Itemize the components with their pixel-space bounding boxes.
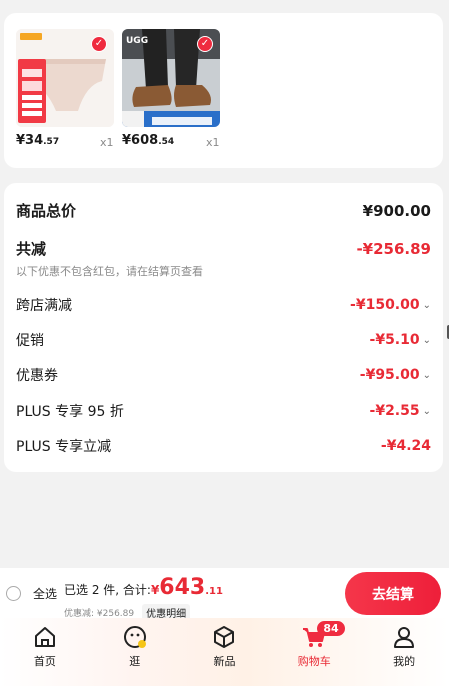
tab-browse[interactable]: 逛 [90,618,180,686]
chevron-down-icon[interactable]: ⌄ [423,406,431,417]
total-reduction-row: 共减 -¥256.89 [16,238,431,259]
total-amount-decimal: .11 [205,586,223,597]
discount-value: -¥95.00 [359,367,420,383]
discount-value: -¥2.55 [369,403,420,419]
product-price: ¥608.54 [122,133,175,148]
discount-label: 优惠券 [16,368,58,384]
discount-label: 促销 [16,333,44,349]
new-products-icon [214,626,235,648]
product-quantity: x1 [100,136,114,149]
reduction-hint: 以下优惠不包含红包，请在结算页查看 [16,265,203,278]
total-reduction-label: 共减 [16,240,47,258]
discount-row-promotion[interactable]: 促销 -¥5.10 ⌄ [16,330,431,350]
tab-cart[interactable]: 84 购物车 [269,618,359,686]
tab-label: 逛 [129,655,141,668]
profile-icon [394,627,415,648]
discount-label: 跨店满减 [16,298,72,314]
product-selected-check-icon[interactable]: ✓ [91,36,107,52]
chevron-down-icon[interactable]: ⌄ [423,300,431,311]
discount-label: PLUS 专享 95 折 [16,404,124,420]
total-amount-integer: 643 [159,575,206,600]
checkout-bar: 全选 已选 2 件, 合计: ¥ 643 .11 优惠减: ¥256.89 优惠… [0,568,449,621]
chevron-down-icon[interactable]: ⌄ [423,370,431,381]
bottom-tab-bar: 首页 逛 新品 84 购物车 我的 [0,618,449,686]
discount-value: -¥150.00 [350,297,420,313]
chevron-down-icon[interactable]: ⌄ [423,335,431,346]
discount-row-coupon[interactable]: 优惠券 -¥95.00 ⌄ [16,365,431,385]
product-selected-check-icon[interactable]: ✓ [197,36,213,52]
browse-icon [123,626,146,648]
product-quantity: x1 [206,136,220,149]
home-icon [34,627,55,647]
tab-label: 购物车 [297,655,331,668]
product-thumbnail-underwear[interactable]: ✓ [16,29,114,127]
tab-label: 我的 [393,655,416,668]
checkout-button[interactable]: 去结算 [345,572,441,615]
tab-profile[interactable]: 我的 [359,618,449,686]
total-reduction-value: -¥256.89 [356,239,431,258]
discount-value: -¥4.24 [380,438,431,454]
tab-label: 新品 [213,655,236,668]
tab-home[interactable]: 首页 [0,618,90,686]
select-all-radio[interactable] [6,586,21,601]
tab-label: 首页 [33,655,56,668]
total-currency: ¥ [150,583,160,597]
cart-count-badge: 84 [317,621,345,636]
discount-label: PLUS 专享立减 [16,439,112,455]
discount-value: -¥5.10 [369,332,420,348]
discount-row-plus-95[interactable]: PLUS 专享 95 折 -¥2.55 ⌄ [16,401,431,421]
tab-new-products[interactable]: 新品 [180,618,270,686]
goods-total-label: 商品总价 [16,202,77,220]
discount-row-cross-store[interactable]: 跨店满减 -¥150.00 ⌄ [16,295,431,315]
goods-total-value: ¥900.00 [362,201,431,220]
product-price: ¥34.57 [16,133,60,148]
discount-row-plus-reduce: PLUS 专享立减 -¥4.24 [16,436,431,456]
price-summary-card: 商品总价 ¥900.00 共减 -¥256.89 以下优惠不包含红包，请在结算页… [4,183,443,472]
selected-total: 已选 2 件, 合计: ¥ 643 .11 [64,577,223,599]
selected-count-text: 已选 2 件, 合计: [64,583,151,597]
product-thumbnail-ugg[interactable]: UGG ✓ [122,29,220,127]
select-all-label[interactable]: 全选 [33,585,57,602]
goods-total-row: 商品总价 ¥900.00 [16,200,431,221]
selected-products-card: ✓ UGG ✓ ¥34.57 x1 ¥608.54 x1 [4,13,443,168]
svg-text:UGG: UGG [126,36,148,46]
